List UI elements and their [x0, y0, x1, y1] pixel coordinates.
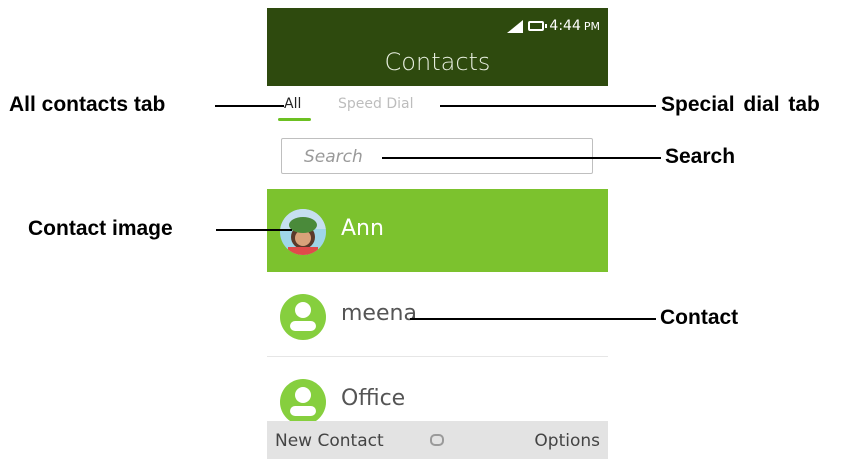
callout-line-special-dial	[440, 105, 656, 107]
page-title: Contacts	[384, 48, 491, 76]
new-contact-softkey[interactable]: New Contact	[275, 431, 384, 451]
signal-icon	[507, 19, 524, 33]
battery-icon	[528, 21, 548, 31]
status-bar: 4:44 PM	[507, 16, 600, 36]
callout-line-contact-image	[216, 229, 292, 231]
person-icon	[290, 302, 316, 331]
label-contact-image: Contact image	[28, 217, 173, 240]
status-time: 4:44	[549, 18, 581, 34]
callout-line-contact	[410, 318, 656, 320]
contact-name: Office	[341, 386, 406, 411]
contact-row-ann[interactable]: Ann	[267, 189, 608, 272]
default-avatar	[280, 294, 326, 340]
tab-all[interactable]: All	[277, 96, 312, 121]
callout-line-all-contacts	[215, 105, 284, 107]
softkey-bar: New Contact Options	[267, 421, 608, 459]
contact-photo-image	[280, 209, 326, 255]
contact-photo	[280, 209, 326, 255]
status-ampm: PM	[583, 19, 600, 33]
person-icon	[290, 387, 316, 416]
search-placeholder: Search	[304, 147, 363, 167]
options-softkey[interactable]: Options	[534, 431, 600, 451]
default-avatar	[280, 379, 326, 425]
contact-name: Ann	[341, 216, 384, 241]
label-special-dial-tab: Special dial tab	[661, 93, 820, 116]
label-contact: Contact	[660, 306, 739, 329]
tab-speed-dial[interactable]: Speed Dial	[338, 96, 413, 112]
center-select-icon[interactable]	[430, 434, 444, 446]
label-all-contacts-tab: All contacts tab	[9, 93, 166, 116]
tab-bar: All Speed Dial	[267, 86, 608, 130]
phone-screen: 4:44 PM Contacts All Speed Dial Search An…	[267, 8, 608, 459]
app-header: 4:44 PM Contacts	[267, 8, 608, 86]
search-input[interactable]: Search	[281, 138, 593, 174]
callout-line-search	[382, 157, 661, 159]
label-search: Search	[665, 145, 736, 168]
contact-name: meena	[341, 301, 417, 326]
contact-row-meena[interactable]: meena	[267, 274, 608, 357]
